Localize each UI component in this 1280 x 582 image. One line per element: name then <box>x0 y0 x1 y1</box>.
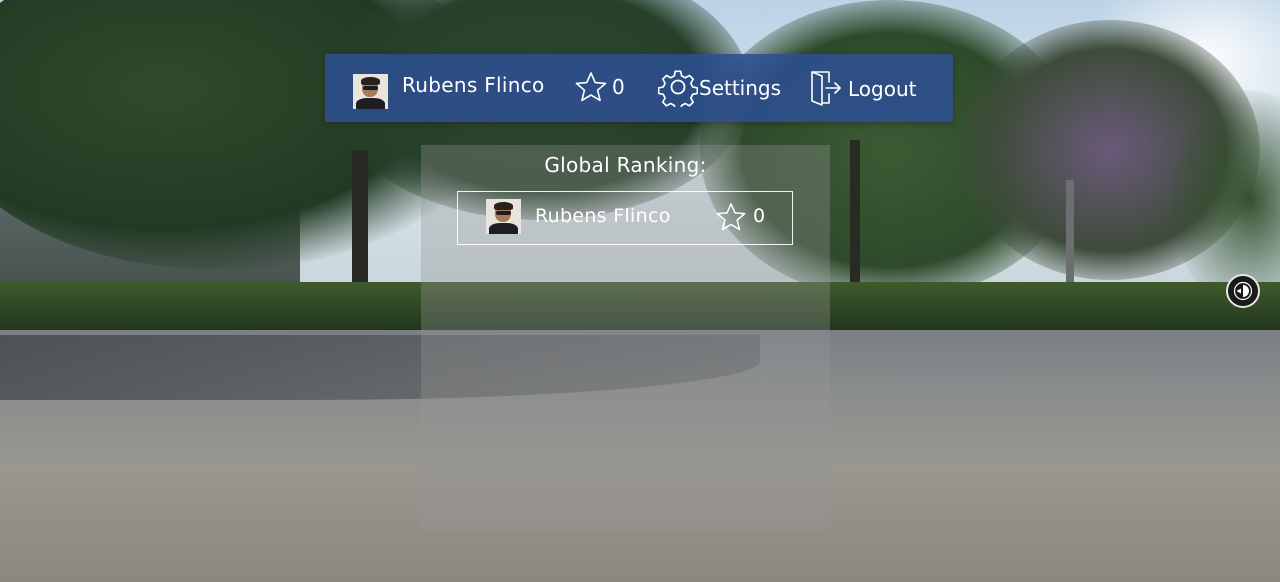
top-bar: Rubens Flinco 0 Settings Logout <box>325 54 953 122</box>
user-name[interactable]: Rubens Flinco <box>402 73 545 97</box>
ranking-title: Global Ranking: <box>544 153 707 177</box>
gear-icon[interactable] <box>658 67 698 107</box>
user-score: 0 <box>612 75 625 99</box>
ranking-avatar <box>486 199 521 234</box>
ranking-panel: Global Ranking: Rubens Flinco 0 <box>421 145 830 530</box>
user-avatar[interactable] <box>353 74 388 109</box>
star-icon <box>716 203 746 231</box>
settings-button[interactable]: Settings <box>699 76 781 100</box>
orientation-control[interactable] <box>1226 274 1260 308</box>
ranking-score: 0 <box>753 205 766 227</box>
ranking-name: Rubens Flinco <box>535 205 671 227</box>
compass-orientation-icon <box>1233 281 1253 301</box>
logout-door-icon[interactable] <box>809 70 843 106</box>
star-icon <box>575 72 607 102</box>
ranking-row[interactable]: Rubens Flinco 0 <box>457 191 793 245</box>
logout-button[interactable]: Logout <box>848 77 916 101</box>
